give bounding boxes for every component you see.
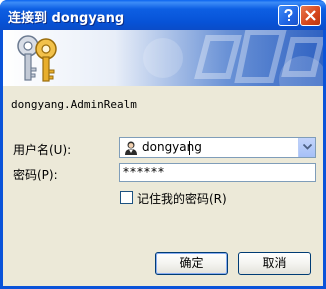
realm-text: dongyang.AdminRealm bbox=[11, 98, 137, 111]
username-dropdown-button[interactable] bbox=[298, 138, 315, 157]
cancel-button[interactable]: 取消 bbox=[238, 252, 311, 275]
close-button[interactable] bbox=[300, 5, 321, 26]
username-combobox[interactable]: dongyang bbox=[119, 137, 316, 158]
password-mask: ****** bbox=[123, 165, 165, 179]
help-question-icon bbox=[284, 8, 293, 21]
password-label: 密码(P): bbox=[13, 168, 58, 182]
username-label: 用户名(U): bbox=[13, 143, 72, 157]
password-field[interactable]: ****** bbox=[119, 163, 316, 182]
title-bar[interactable]: 连接到 dongyang bbox=[0, 0, 326, 30]
username-value: dongyang bbox=[142, 140, 202, 154]
banner bbox=[3, 30, 323, 86]
remember-password-label[interactable]: 记住我的密码(R) bbox=[137, 190, 227, 207]
remember-password-checkbox[interactable] bbox=[120, 191, 133, 204]
chevron-down-icon bbox=[303, 144, 312, 150]
text-caret bbox=[189, 141, 190, 155]
close-x-icon bbox=[305, 10, 316, 21]
user-icon bbox=[125, 141, 137, 155]
dialog-body: dongyang.AdminRealm 用户名(U): dongyang 密码(… bbox=[3, 30, 323, 286]
keys-icon bbox=[17, 35, 57, 82]
help-button[interactable] bbox=[278, 5, 299, 26]
login-dialog: 连接到 dongyang dongyang.AdminRealm 用户名(U):… bbox=[0, 0, 326, 289]
ok-button[interactable]: 确定 bbox=[155, 252, 228, 275]
window-title: 连接到 dongyang bbox=[8, 11, 125, 26]
